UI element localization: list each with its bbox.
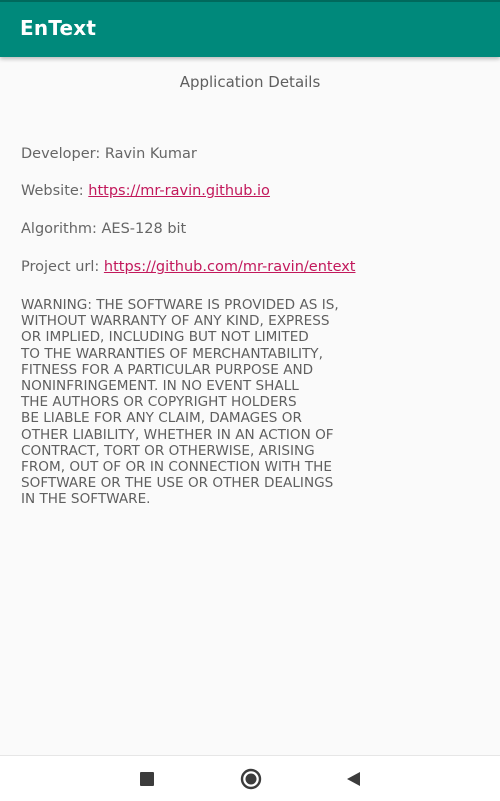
back-button[interactable]: [343, 768, 365, 790]
system-nav-bar: [0, 755, 500, 801]
developer-value: Ravin Kumar: [104, 146, 197, 162]
project-url-link[interactable]: https://github.com/mr-ravin/entext: [104, 259, 356, 275]
details-content: Application Details Developer: Ravin Kum…: [0, 57, 500, 755]
circle-home-icon: [240, 768, 262, 790]
algorithm-value: AES-128 bit: [101, 221, 187, 237]
app-title: EnText: [20, 16, 97, 40]
triangle-back-icon: [347, 772, 360, 786]
website-label: Website:: [21, 183, 84, 199]
developer-row: Developer: Ravin Kumar: [21, 146, 197, 162]
developer-label: Developer:: [21, 146, 101, 162]
algorithm-label: Algorithm:: [21, 221, 97, 237]
home-button[interactable]: [240, 768, 262, 790]
app-bar: EnText: [0, 0, 500, 57]
algorithm-row: Algorithm: AES-128 bit: [21, 221, 186, 237]
square-recents-icon: [140, 772, 154, 786]
website-link[interactable]: https://mr-ravin.github.io: [88, 183, 270, 199]
recents-button[interactable]: [136, 768, 158, 790]
website-row: Website: https://mr-ravin.github.io: [21, 183, 270, 199]
page-title: Application Details: [179, 73, 321, 91]
project-url-label: Project url:: [21, 259, 100, 275]
license-warning-text: WARNING: THE SOFTWARE IS PROVIDED AS IS,…: [21, 297, 339, 508]
project-url-row: Project url: https://github.com/mr-ravin…: [21, 259, 356, 275]
